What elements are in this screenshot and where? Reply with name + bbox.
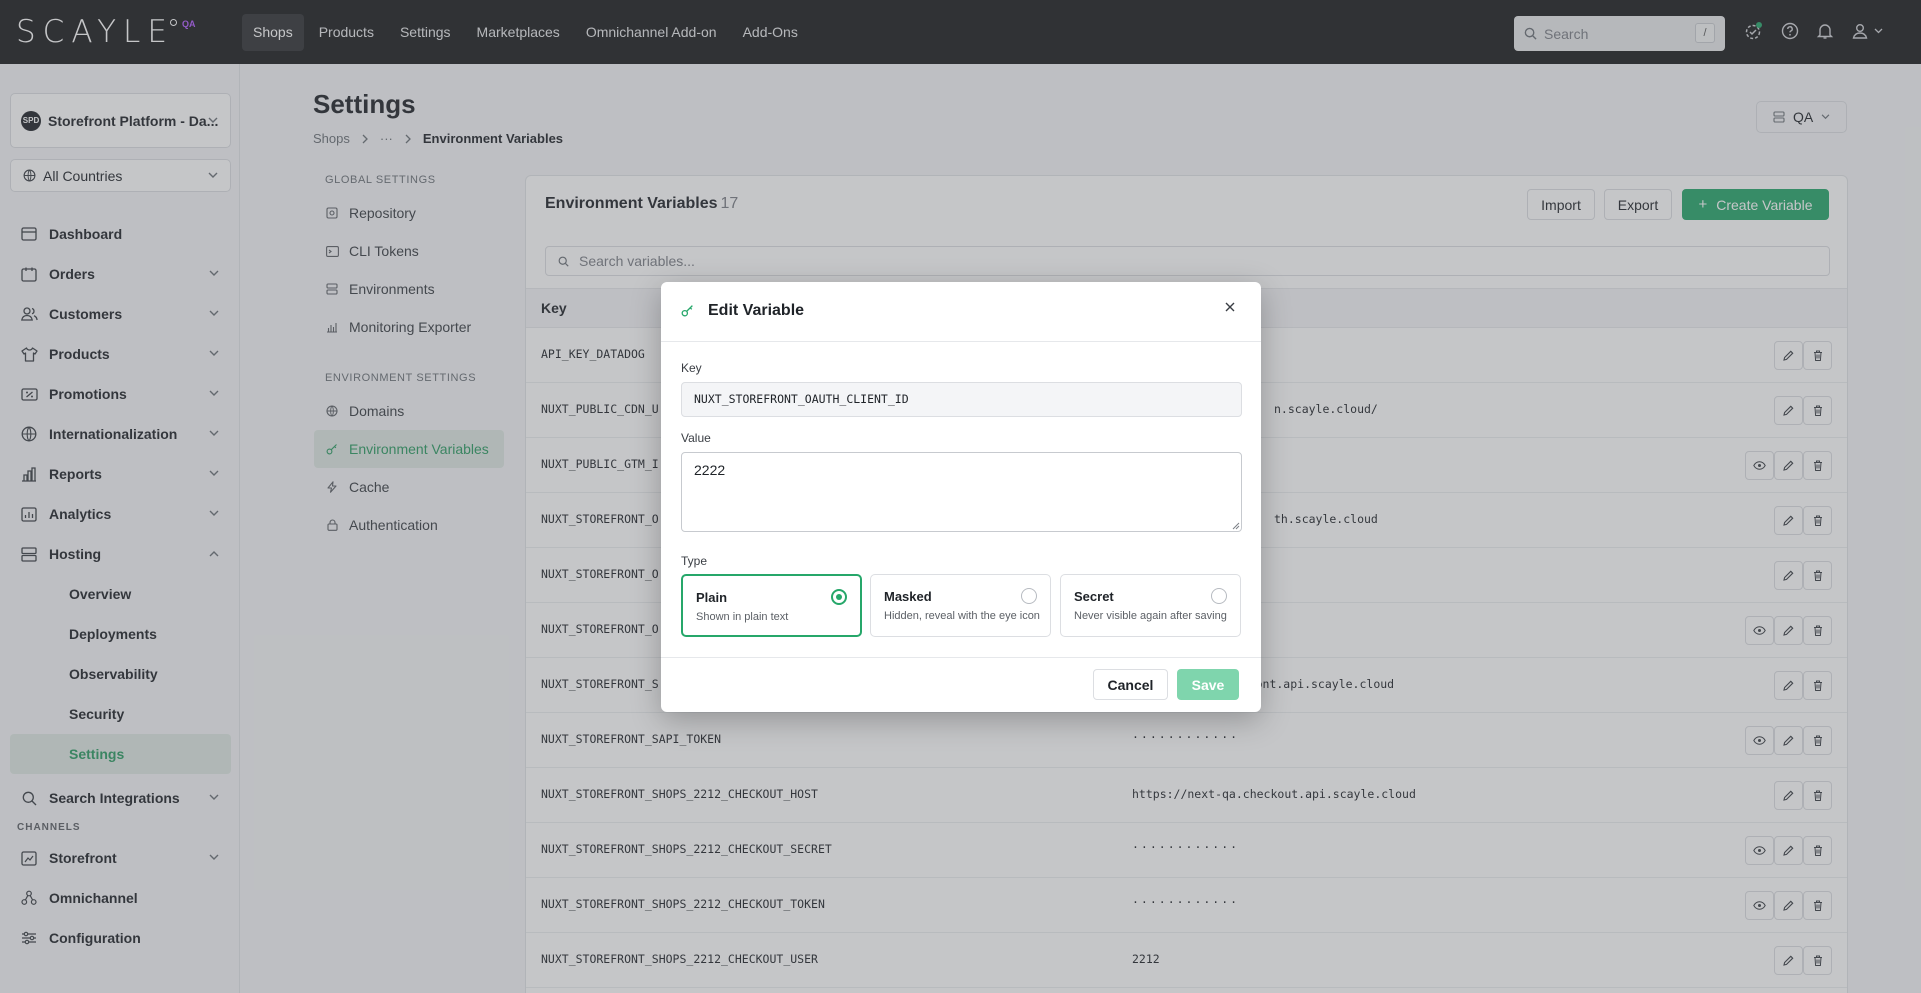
type-option-description: Never visible again after saving <box>1074 610 1227 622</box>
type-option-description: Hidden, reveal with the eye icon <box>884 610 1040 622</box>
type-option-secret[interactable]: Secret Never visible again after saving <box>1060 574 1241 637</box>
dialog-footer-divider <box>661 657 1261 658</box>
edit-variable-dialog: Edit Variable Key NUXT_STOREFRONT_OAUTH_… <box>661 282 1261 712</box>
close-icon[interactable] <box>1225 302 1235 312</box>
type-option-title: Masked <box>884 589 932 604</box>
radio-button[interactable] <box>1021 588 1037 604</box>
type-option-plain[interactable]: Plain Shown in plain text <box>681 574 862 637</box>
type-field-label: Type <box>681 554 708 568</box>
resize-handle-icon[interactable] <box>1232 522 1240 530</box>
value-field[interactable]: 2222 <box>681 452 1242 532</box>
type-option-masked[interactable]: Masked Hidden, reveal with the eye icon <box>870 574 1051 637</box>
type-option-title: Secret <box>1074 589 1114 604</box>
dialog-title: Edit Variable <box>708 302 805 319</box>
value-field-label: Value <box>681 431 711 445</box>
type-option-title: Plain <box>696 590 728 605</box>
key-field[interactable]: NUXT_STOREFRONT_OAUTH_CLIENT_ID <box>681 382 1242 417</box>
key-icon <box>681 305 693 317</box>
save-button[interactable]: Save <box>1177 669 1239 700</box>
radio-button[interactable] <box>1211 588 1227 604</box>
cancel-button[interactable]: Cancel <box>1093 669 1168 700</box>
type-option-description: Shown in plain text <box>696 611 789 623</box>
key-field-label: Key <box>681 361 702 375</box>
radio-button[interactable] <box>831 589 847 605</box>
dialog-header: Edit Variable <box>661 282 1261 342</box>
